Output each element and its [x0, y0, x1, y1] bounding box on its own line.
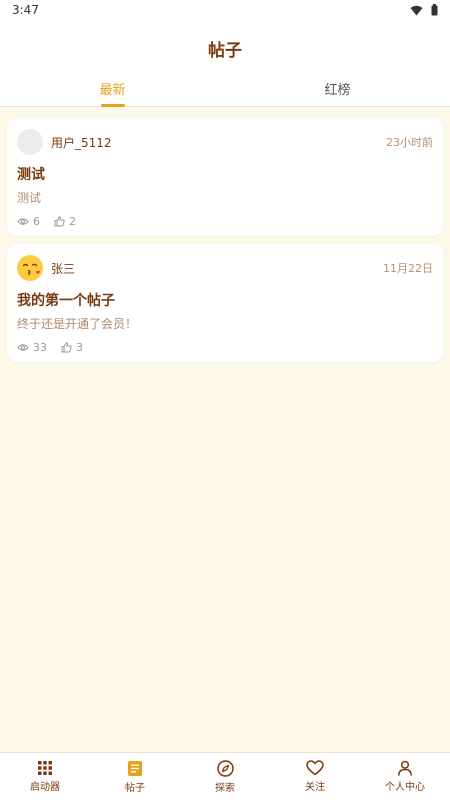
tab-ranking-label: 红榜	[324, 82, 351, 98]
nav-posts-label: 帖子	[125, 782, 145, 794]
nav-profile-label: 个人中心	[385, 782, 425, 793]
eye-icon	[17, 218, 29, 225]
nav-explore-label: 探索	[215, 782, 235, 794]
post-card[interactable]: 用户_5112 23小时前 测试 测试 6 2	[7, 118, 443, 236]
battery-icon	[431, 4, 438, 16]
like-count-value: 3	[76, 341, 83, 354]
like-count-value: 2	[69, 215, 76, 228]
header: 帖子	[0, 20, 450, 70]
view-count: 6	[17, 215, 40, 228]
post-stats: 6 2	[17, 215, 433, 228]
view-count: 33	[17, 341, 47, 354]
tab-ranking[interactable]: 红榜	[225, 70, 450, 106]
document-icon	[128, 760, 142, 776]
nav-follow[interactable]: 关注	[270, 753, 360, 800]
avatar[interactable]	[17, 255, 43, 281]
like-count[interactable]: 2	[54, 215, 76, 228]
page-title: 帖子	[208, 40, 242, 61]
avatar[interactable]	[17, 129, 43, 155]
thumbs-up-icon	[54, 216, 65, 227]
view-count-value: 33	[33, 341, 47, 354]
kiss-emoji-icon	[17, 255, 43, 281]
status-icons	[410, 4, 438, 16]
nav-posts[interactable]: 帖子	[90, 753, 180, 800]
post-author[interactable]: 张三	[17, 255, 75, 281]
nav-launcher[interactable]: 启动器	[0, 753, 90, 800]
author-name: 张三	[51, 261, 76, 276]
tab-latest[interactable]: 最新	[0, 70, 225, 107]
status-time: 3:47	[12, 3, 39, 17]
heart-icon	[306, 760, 324, 776]
post-card[interactable]: 张三 11月22日 我的第一个帖子 终于还是开通了会员！ 33 3	[7, 244, 443, 362]
post-header: 用户_5112 23小时前	[17, 128, 433, 156]
compass-icon	[216, 759, 234, 777]
grid-icon	[38, 761, 52, 775]
active-tab-indicator	[100, 104, 125, 107]
thumbs-up-icon	[61, 342, 72, 353]
nav-explore[interactable]: 探索	[180, 753, 270, 800]
view-count-value: 6	[33, 215, 40, 228]
post-feed: 用户_5112 23小时前 测试 测试 6 2 张三 11月22日 我的第一个帖…	[7, 118, 443, 370]
like-count[interactable]: 3	[61, 341, 83, 354]
post-body: 测试	[17, 191, 42, 205]
nav-profile[interactable]: 个人中心	[360, 753, 450, 800]
eye-icon	[17, 344, 29, 351]
status-bar: 3:47	[0, 0, 450, 20]
tab-bar: 最新 红榜	[0, 70, 450, 107]
post-title: 我的第一个帖子	[17, 293, 115, 309]
post-time: 23小时前	[386, 136, 433, 149]
post-title: 测试	[17, 167, 45, 183]
post-author[interactable]: 用户_5112	[17, 129, 112, 155]
author-name: 用户_5112	[51, 135, 112, 150]
post-header: 张三 11月22日	[17, 254, 433, 282]
post-time: 11月22日	[383, 262, 433, 275]
person-icon	[398, 760, 412, 776]
nav-follow-label: 关注	[305, 782, 325, 793]
post-stats: 33 3	[17, 341, 433, 354]
bottom-nav: 启动器 帖子 探索 关注 个人中心	[0, 752, 450, 800]
nav-launcher-label: 启动器	[30, 782, 60, 793]
post-body: 终于还是开通了会员！	[17, 317, 138, 331]
tab-latest-label: 最新	[99, 82, 126, 98]
wifi-icon	[410, 5, 423, 15]
